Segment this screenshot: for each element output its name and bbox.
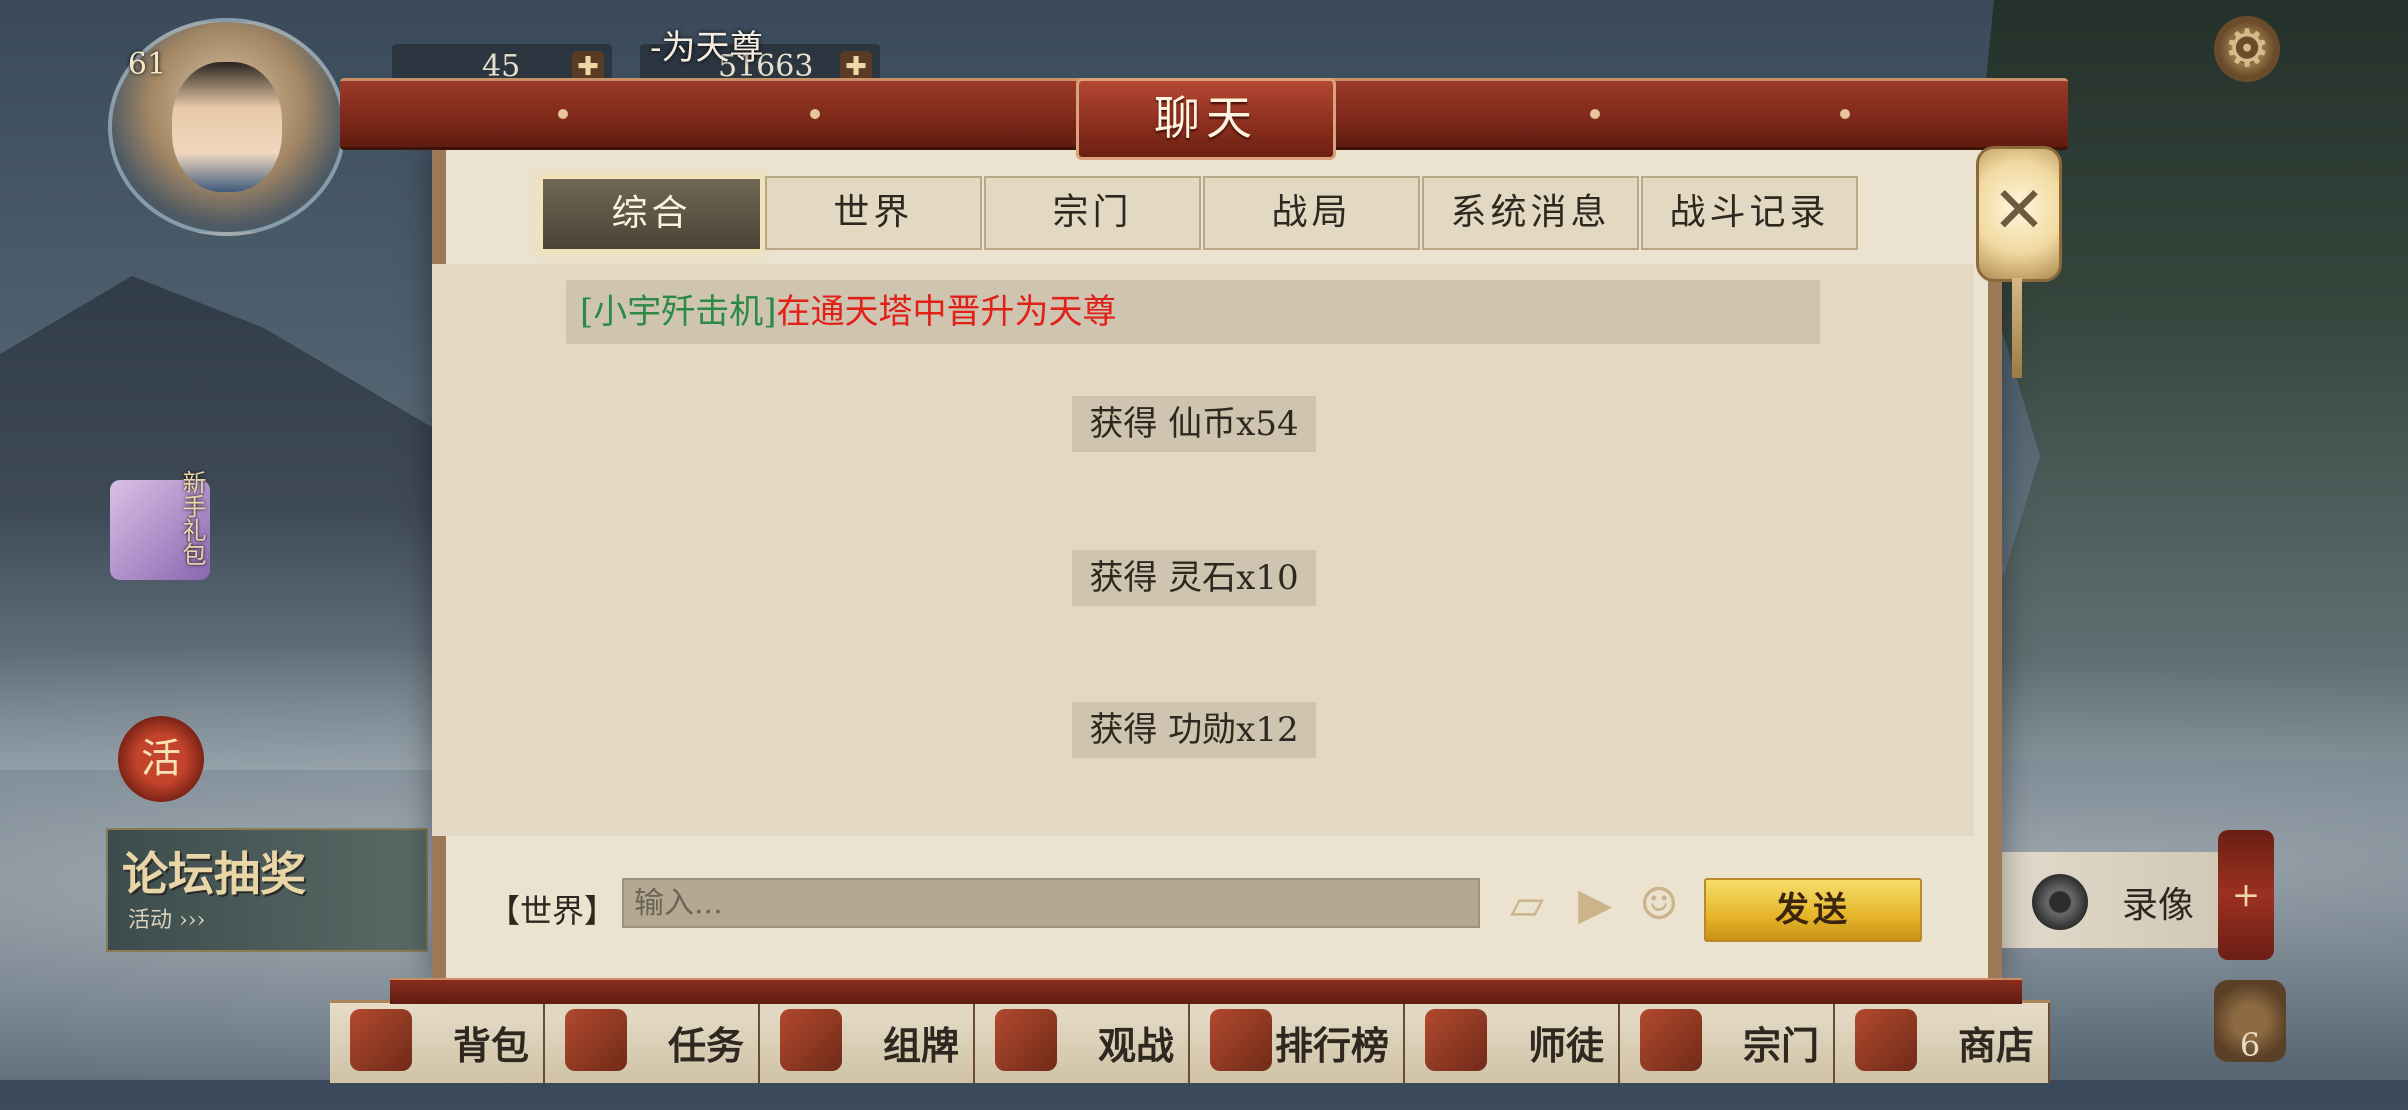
menu-spectate[interactable]: 观战 <box>975 1003 1190 1083</box>
chat-tabs: 综合 世界 宗门 战局 系统消息 战斗记录 <box>540 176 1860 252</box>
menu-deck[interactable]: 组牌 <box>760 1003 975 1083</box>
chat-input-row: 【世界】 ▱ ▶ ☺ 发送 <box>432 856 1974 956</box>
activity-icon[interactable]: 活 <box>118 716 204 802</box>
dialog-title: 聊天 <box>1076 78 1336 160</box>
forum-sub: 活动 ››› <box>128 908 206 933</box>
forum-lottery-banner[interactable]: 论坛抽奖 活动 ››› <box>106 828 428 952</box>
expand-scroll-button[interactable]: + <box>2218 830 2274 960</box>
menu-quest[interactable]: 任务 <box>545 1003 760 1083</box>
dialog-footer-bar <box>390 978 2022 1004</box>
reward-message: 获得 功勋x12 <box>1072 702 1316 758</box>
lantern-tassel <box>2012 278 2022 378</box>
send-button[interactable]: 发送 <box>1704 878 1922 942</box>
menu-leaderboard[interactable]: 排行榜 <box>1190 1003 1405 1083</box>
shop-icon <box>1855 1009 1917 1071</box>
broadcast-message: [小宇歼击机]在通天塔中晋升为天尊 <box>566 280 1820 344</box>
smiley-icon[interactable]: ☺ <box>1632 878 1686 932</box>
stud-ornament <box>1840 109 1850 119</box>
menu-label: 宗门 <box>1742 1023 1819 1068</box>
record-label: 录像 <box>2122 885 2195 926</box>
broadcast-text: 在通天塔中晋升为天尊 <box>776 292 1117 332</box>
player-name-link[interactable]: [小宇歼击机] <box>580 292 777 332</box>
video-icon[interactable]: ▶ <box>1568 878 1622 932</box>
menu-label: 背包 <box>452 1023 529 1068</box>
scroll-icon <box>565 1009 627 1071</box>
tab-general[interactable]: 综合 <box>540 176 763 252</box>
cards-icon <box>780 1009 842 1071</box>
reward-message: 获得 仙币x54 <box>1072 396 1316 452</box>
card-icon[interactable]: ▱ <box>1500 878 1554 932</box>
menu-mentor[interactable]: 师徒 <box>1405 1003 1620 1083</box>
close-icon[interactable]: ✕ <box>1976 146 2062 282</box>
film-reel-icon <box>2032 874 2088 930</box>
tab-combat-log[interactable]: 战斗记录 <box>1640 176 1858 250</box>
tab-sect[interactable]: 宗门 <box>983 176 1201 250</box>
tab-system[interactable]: 系统消息 <box>1421 176 1639 250</box>
avatar-portrait <box>172 62 282 192</box>
stud-ornament <box>810 109 820 119</box>
tab-world[interactable]: 世界 <box>764 176 982 250</box>
menu-label: 任务 <box>667 1023 744 1068</box>
gear-icon[interactable]: ⚙ <box>2214 16 2280 82</box>
channel-selector[interactable]: 【世界】 <box>488 886 616 932</box>
menu-shop[interactable]: 商店 <box>1835 1003 2050 1083</box>
menu-label: 商店 <box>1957 1023 2034 1068</box>
backpack-icon <box>350 1009 412 1071</box>
gift-label: 新手礼包 <box>178 470 206 566</box>
stud-ornament <box>1590 109 1600 119</box>
tab-battle[interactable]: 战局 <box>1202 176 1420 250</box>
chat-input[interactable] <box>622 878 1480 928</box>
menu-sect[interactable]: 宗门 <box>1620 1003 1835 1083</box>
record-button[interactable]: 录像 <box>1996 852 2224 948</box>
leaderboard-icon <box>1210 1009 1272 1071</box>
bag-count-icon[interactable]: 6 <box>2214 980 2286 1064</box>
stud-ornament <box>558 109 568 119</box>
reward-message: 获得 灵石x10 <box>1072 550 1316 606</box>
menu-label: 师徒 <box>1527 1023 1604 1068</box>
menu-label: 观战 <box>1097 1023 1174 1068</box>
bottom-menu-bar: 背包 任务 组牌 观战 排行榜 师徒 宗门 商店 <box>330 1000 2050 1083</box>
menu-label: 组牌 <box>882 1023 959 1068</box>
mentor-icon <box>1425 1009 1487 1071</box>
spectate-icon <box>995 1009 1057 1071</box>
marquee-text: -为天尊 <box>650 28 764 68</box>
menu-backpack[interactable]: 背包 <box>330 1003 545 1083</box>
menu-label: 排行榜 <box>1274 1023 1389 1068</box>
forum-title: 论坛抽奖 <box>122 847 306 901</box>
level-badge: 61 <box>127 47 167 82</box>
sect-icon <box>1640 1009 1702 1071</box>
